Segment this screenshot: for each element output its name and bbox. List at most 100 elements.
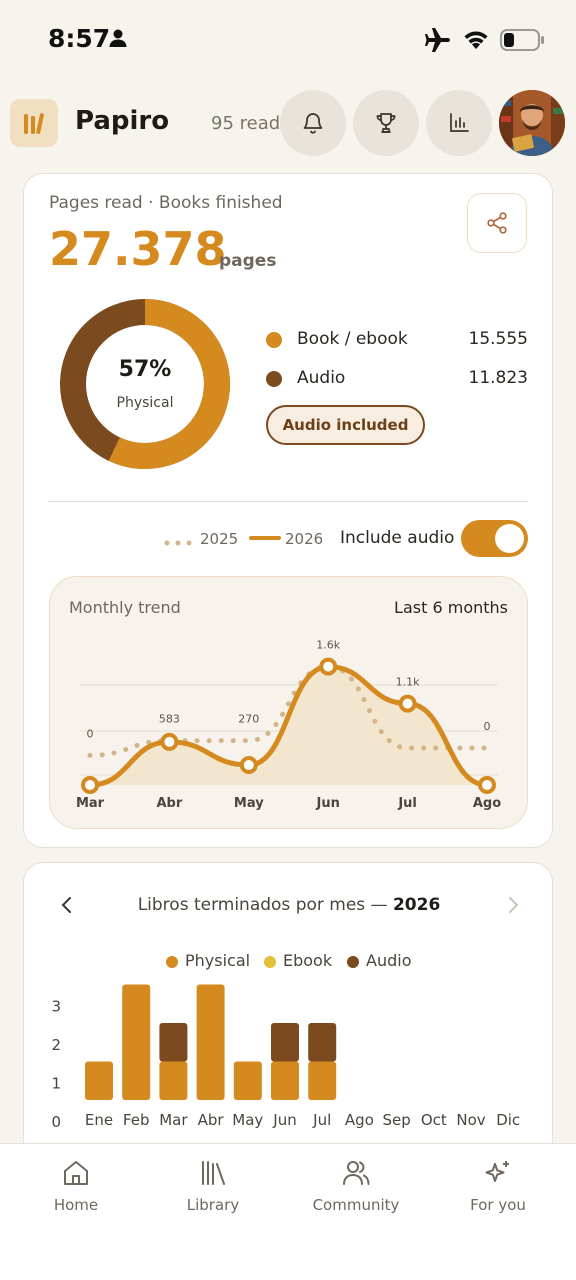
legend-audio-name: Audio: [297, 368, 346, 388]
x-tick-label: May: [232, 1111, 263, 1129]
nav-home[interactable]: Home: [16, 1158, 136, 1214]
bar-physical[interactable]: [271, 1061, 299, 1101]
physical-audio-donut: [60, 299, 230, 469]
x-tick-label: Oct: [421, 1111, 447, 1129]
x-tick-label: Feb: [123, 1111, 150, 1129]
app-name: Papiro: [75, 106, 170, 136]
stats-button[interactable]: [426, 90, 492, 156]
data-point[interactable]: [319, 657, 338, 676]
legend-book-value: 15.555: [468, 329, 528, 349]
bell-icon: [303, 113, 323, 134]
nav-library[interactable]: Library: [153, 1158, 273, 1214]
legend-book-ebook: Book / ebook 15.555: [266, 327, 528, 353]
avatar[interactable]: [499, 90, 565, 156]
person-icon: [109, 29, 127, 47]
legend-2026-line: [249, 536, 281, 540]
trophy-icon: [376, 113, 396, 133]
data-point[interactable]: [398, 694, 417, 713]
library-icon: [202, 1161, 225, 1185]
nav-home-label: Home: [53, 1196, 99, 1214]
x-tick-label: Jul: [397, 796, 417, 811]
y-tick-label: 1: [51, 1075, 61, 1093]
books-bar-chart: 0 1 2 3 Ene Feb Mar Abr May Jun Jul Ago Sep Oct Nov Dic: [51, 984, 520, 1131]
y-tick-label: 2: [51, 1036, 61, 1054]
home-icon: [64, 1161, 88, 1185]
legend-dot-audio: [266, 371, 282, 387]
audio-included-badge: Audio included: [266, 405, 425, 445]
legend-book-name: Book / ebook: [297, 329, 408, 349]
toggle-knob: [495, 524, 524, 553]
status-time: 8:57: [48, 24, 111, 53]
x-tick-label: Mar: [159, 1111, 188, 1129]
series-2026-area: [90, 666, 487, 785]
point-label: 0: [87, 727, 94, 740]
x-tick-label: Dic: [496, 1111, 520, 1129]
x-tick-label: Jul: [312, 1111, 331, 1129]
point-label: 583: [159, 713, 180, 726]
legend-audio: Audio 11.823: [266, 366, 528, 392]
point-label: 1.6k: [316, 639, 340, 652]
battery-icon: [500, 29, 544, 51]
community-icon: [343, 1161, 370, 1185]
status-bar: 8:57: [0, 0, 576, 80]
trend-plot: 0 Mar 583 Abr 270 May 1.6k Jun 1.1k Jul 0 Ago: [76, 639, 501, 811]
x-tick-label: Ago: [345, 1111, 374, 1129]
books-logo-icon: [24, 113, 44, 134]
x-tick-label: Sep: [382, 1111, 410, 1129]
bar-chart-icon: [450, 113, 469, 132]
bar-physical[interactable]: [122, 984, 151, 1101]
x-tick-label: Abr: [157, 796, 183, 811]
legend-2026-label: 2026: [285, 530, 324, 548]
nav-community-label: Community: [312, 1196, 400, 1214]
x-tick-label: Jun: [316, 796, 340, 811]
bottom-nav: Home Library Community For you: [0, 1143, 576, 1280]
bar-physical[interactable]: [159, 1061, 188, 1101]
x-tick-label: May: [234, 796, 264, 811]
include-audio-label: Include audio: [340, 528, 455, 548]
donut-percent: 57%: [118, 357, 172, 382]
bar-physical[interactable]: [196, 984, 225, 1101]
legend-2025-label: 2025: [200, 530, 239, 548]
nav-for-you[interactable]: For you: [438, 1158, 558, 1214]
bar-audio[interactable]: [308, 1023, 337, 1062]
include-audio-toggle[interactable]: [461, 520, 528, 557]
nav-community[interactable]: Community: [296, 1158, 416, 1214]
wifi-icon: [464, 31, 488, 49]
notifications-button[interactable]: [280, 90, 346, 156]
bar-physical[interactable]: [85, 1061, 113, 1101]
total-pages: 27.378: [49, 222, 227, 276]
legend-dot-book: [266, 332, 282, 348]
bar-audio[interactable]: [271, 1023, 299, 1062]
legend-audio-value: 11.823: [468, 368, 528, 388]
monthly-trend-chart: Monthly trend Last 6 months 0 Mar 583 Abr 27…: [49, 576, 528, 829]
data-point[interactable]: [478, 776, 496, 794]
legend-2025-dotted-line: [164, 540, 192, 546]
bar-physical[interactable]: [233, 1061, 262, 1101]
x-tick-label: Abr: [198, 1111, 225, 1129]
data-point[interactable]: [160, 732, 179, 751]
y-tick-label: 3: [51, 998, 61, 1016]
nav-library-label: Library: [186, 1196, 240, 1214]
y-tick-label: 0: [51, 1113, 61, 1131]
data-point[interactable]: [239, 756, 258, 775]
avatar-photo: [499, 90, 565, 156]
books-finished-card: Libros terminados por mes — 2026 Physica…: [23, 862, 553, 1162]
x-tick-label: Jun: [272, 1111, 296, 1129]
share-button[interactable]: [467, 193, 527, 253]
bar-audio[interactable]: [159, 1023, 188, 1062]
x-tick-label: Ago: [473, 796, 501, 811]
bar-physical[interactable]: [308, 1061, 337, 1101]
x-tick-label: Nov: [456, 1111, 485, 1129]
sparkle-icon: [485, 1161, 509, 1182]
data-point[interactable]: [81, 776, 99, 794]
donut-label: Physical: [116, 395, 174, 411]
read-count: 95 read: [211, 113, 281, 134]
summary-subtitle: Pages read · Books finished: [49, 193, 283, 213]
point-label: 270: [238, 713, 259, 726]
x-tick-label: Mar: [76, 796, 105, 811]
nav-for-you-label: For you: [470, 1196, 526, 1214]
x-tick-label: Ene: [85, 1111, 113, 1129]
app-logo[interactable]: [10, 99, 58, 147]
achievements-button[interactable]: [353, 90, 419, 156]
point-label: 1.1k: [396, 676, 420, 689]
